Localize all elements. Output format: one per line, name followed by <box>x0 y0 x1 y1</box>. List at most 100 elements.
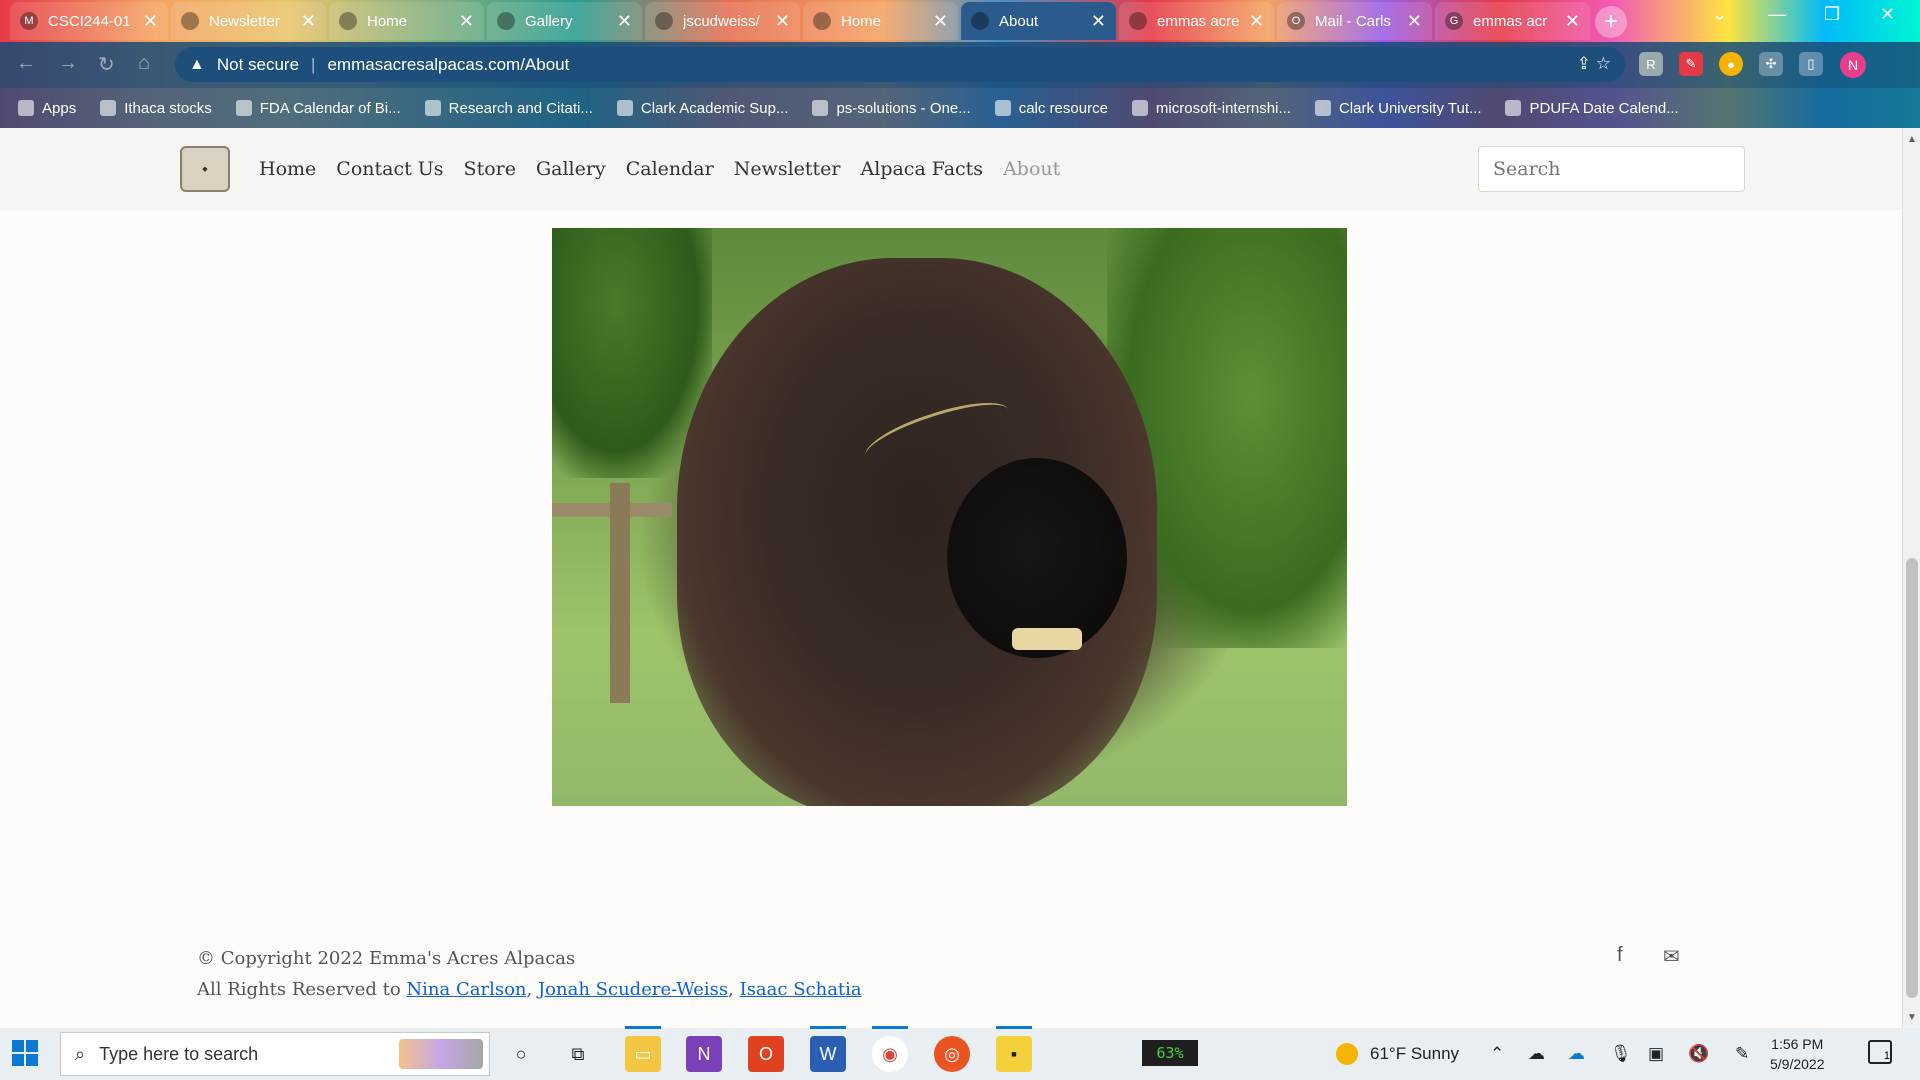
author-link[interactable]: Nina Carlson <box>406 979 526 1000</box>
page-scrollbar[interactable]: ▲ ▼ <box>1902 128 1920 1028</box>
nav-alpaca-facts[interactable]: Alpaca Facts <box>861 158 984 180</box>
bookmark-item[interactable]: Apps <box>18 100 76 117</box>
close-tab-icon[interactable]: ✕ <box>933 11 948 32</box>
copyright-text: © Copyright 2022 Emma's Acres Alpacas <box>197 948 576 969</box>
file-explorer-icon[interactable]: ▭ <box>625 1036 661 1072</box>
close-tab-icon[interactable]: ✕ <box>1091 11 1106 32</box>
close-tab-icon[interactable]: ✕ <box>1565 11 1580 32</box>
home-icon[interactable]: ⌂ <box>138 52 150 75</box>
profile-avatar[interactable]: N <box>1840 52 1866 78</box>
close-tab-icon[interactable]: ✕ <box>301 11 316 32</box>
tab-emmas-acres-google[interactable]: Gemmas acr ✕ <box>1435 2 1590 40</box>
close-tab-icon[interactable]: ✕ <box>143 11 158 32</box>
bookmark-star-icon[interactable]: ☆ <box>1596 54 1611 73</box>
url-text[interactable]: emmasacresalpacas.com/About <box>327 55 569 75</box>
onenote-icon[interactable]: N <box>686 1036 722 1072</box>
tab-home[interactable]: Home ✕ <box>329 2 484 40</box>
bookmark-item[interactable]: Clark University Tut... <box>1314 100 1481 117</box>
tab-newsletter[interactable]: Newsletter ✕ <box>171 2 326 40</box>
bookmark-item[interactable]: microsoft-internshi... <box>1131 100 1291 117</box>
bookmark-item[interactable]: PDUFA Date Calend... <box>1505 100 1679 117</box>
battery-indicator[interactable]: 63% <box>1142 1040 1198 1066</box>
close-window-button[interactable]: ✕ <box>1880 4 1895 25</box>
sidepanel-icon[interactable]: ▯ <box>1799 52 1823 76</box>
alpaca-photo <box>552 228 1347 806</box>
cortana-icon[interactable]: ○ <box>503 1036 539 1072</box>
extension-icon[interactable]: R <box>1639 52 1663 76</box>
new-tab-button[interactable]: + <box>1595 6 1627 38</box>
search-input[interactable] <box>1478 146 1745 192</box>
site-navbar: ◆ Home Contact Us Store Gallery Calendar… <box>0 128 1902 210</box>
close-tab-icon[interactable]: ✕ <box>459 11 474 32</box>
scroll-thumb[interactable] <box>1906 558 1918 998</box>
bookmark-item[interactable]: Clark Academic Sup... <box>616 100 788 117</box>
office-icon[interactable]: O <box>748 1036 784 1072</box>
bookmark-icon <box>1505 100 1522 116</box>
tab-github[interactable]: jscudweiss/✕ <box>645 2 800 40</box>
windows-start-icon[interactable] <box>12 1040 38 1066</box>
forward-icon[interactable]: → <box>58 52 78 75</box>
nav-about[interactable]: About <box>1003 158 1060 180</box>
nav-newsletter[interactable]: Newsletter <box>734 158 841 180</box>
tab-search-icon[interactable]: ⌄ <box>1712 4 1727 25</box>
close-tab-icon[interactable]: ✕ <box>1249 11 1264 32</box>
restore-button[interactable]: ❐ <box>1824 4 1840 25</box>
share-icon[interactable]: ⇪ ☆ <box>1577 54 1611 74</box>
author-link[interactable]: Isaac Schatia <box>740 979 862 1000</box>
close-tab-icon[interactable]: ✕ <box>775 11 790 32</box>
tab-csci244[interactable]: M CSCI244-01 ✕ <box>10 2 168 40</box>
ubuntu-icon[interactable]: ◎ <box>934 1036 970 1072</box>
tab-emmas-acres[interactable]: emmas acre ✕ <box>1119 2 1274 40</box>
nav-contact[interactable]: Contact Us <box>336 158 443 180</box>
cloud-sync-icon[interactable]: ☁ <box>1568 1044 1585 1064</box>
facebook-icon[interactable]: f <box>1617 944 1623 967</box>
tab-gallery[interactable]: Gallery ✕ <box>487 2 642 40</box>
nav-store[interactable]: Store <box>464 158 516 180</box>
bookmark-icon <box>424 100 441 116</box>
onedrive-icon[interactable]: ☁ <box>1528 1044 1545 1064</box>
bookmark-item[interactable]: Research and Citati... <box>424 100 593 117</box>
search-highlight-image <box>399 1039 483 1069</box>
nav-calendar[interactable]: Calendar <box>626 158 714 180</box>
chrome-icon[interactable]: ◉ <box>872 1036 908 1072</box>
close-tab-icon[interactable]: ✕ <box>617 11 632 32</box>
word-icon[interactable]: W <box>810 1036 846 1072</box>
extension-icon[interactable]: ✎ <box>1679 52 1703 76</box>
minimize-button[interactable]: — <box>1768 4 1786 25</box>
tab-about[interactable]: About ✕ <box>961 2 1116 40</box>
reload-icon[interactable]: ↻ <box>98 52 115 77</box>
taskbar-search[interactable]: ⌕ Type here to search <box>60 1032 490 1076</box>
omnibox[interactable]: ▲ Not secure | emmasacresalpacas.com/Abo… <box>175 47 1625 82</box>
puzzle-icon[interactable]: ✣ <box>1759 52 1783 76</box>
network-icon[interactable]: ▣ <box>1648 1044 1664 1064</box>
close-tab-icon[interactable]: ✕ <box>1407 11 1422 32</box>
pen-icon[interactable]: ✎ <box>1735 1044 1749 1064</box>
scroll-up-icon[interactable]: ▲ <box>1907 134 1917 145</box>
weather-widget[interactable]: 61°F Sunny <box>1336 1043 1459 1065</box>
bookmark-icon <box>235 100 252 116</box>
chevron-up-icon[interactable]: ⌃ <box>1490 1044 1504 1064</box>
scroll-down-icon[interactable]: ▼ <box>1907 1012 1917 1023</box>
cloud-icon <box>812 100 829 116</box>
back-icon[interactable]: ← <box>16 52 36 75</box>
nav-gallery[interactable]: Gallery <box>536 158 606 180</box>
task-view-icon[interactable]: ⧉ <box>560 1036 596 1072</box>
active-app-indicator <box>810 1026 846 1029</box>
author-link[interactable]: Jonah Scudere-Weiss <box>538 979 728 1000</box>
clock[interactable]: 1:56 PM 5/9/2022 <box>1770 1034 1825 1074</box>
sticky-notes-icon[interactable]: ▪ <box>996 1036 1032 1072</box>
speaker-muted-icon[interactable]: 🔇 <box>1688 1044 1709 1064</box>
bookmark-item[interactable]: Ithaca stocks <box>100 100 212 117</box>
tab-mail[interactable]: O Mail - Carls ✕ <box>1277 2 1432 40</box>
tab-home-2[interactable]: Home ✕ <box>803 2 958 40</box>
site-logo[interactable]: ◆ <box>180 146 230 192</box>
email-icon[interactable]: ✉ <box>1663 944 1680 969</box>
bookmark-item[interactable]: calc resource <box>994 100 1108 117</box>
bookmark-item[interactable]: ps-solutions - One... <box>812 100 971 117</box>
nav-home[interactable]: Home <box>259 158 316 180</box>
extension-icon[interactable]: ● <box>1719 52 1743 76</box>
microphone-icon[interactable]: 🎙 <box>1610 1044 1632 1064</box>
notification-center-icon[interactable]: 1 <box>1868 1040 1892 1064</box>
bookmark-item[interactable]: FDA Calendar of Bi... <box>235 100 401 117</box>
google-icon: G <box>1445 12 1463 30</box>
